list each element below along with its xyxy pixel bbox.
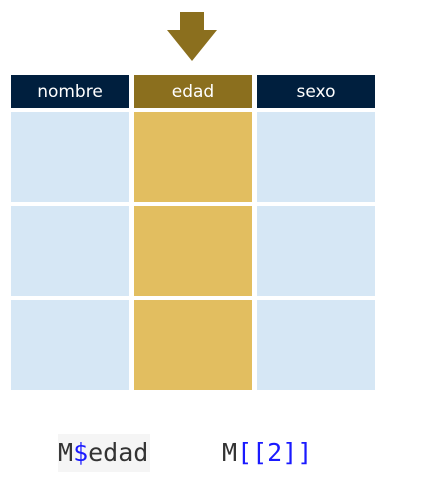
- bracket-access-code: M[[2]]: [222, 434, 312, 472]
- code-bracket-open: [[: [237, 438, 268, 467]
- cell-edad-row-3: [134, 300, 252, 390]
- cell-sexo-row-2: [257, 206, 375, 296]
- code-field-name: edad: [88, 438, 149, 467]
- column-header-edad: edad: [134, 75, 252, 108]
- column-header-sexo: sexo: [257, 75, 375, 108]
- code-index: 2: [267, 438, 283, 467]
- cell-sexo-row-1: [257, 112, 375, 202]
- cell-nombre-row-1: [11, 112, 129, 202]
- code-bracket-close: ]]: [282, 438, 313, 467]
- cell-nombre-row-2: [11, 206, 129, 296]
- cell-edad-row-2: [134, 206, 252, 296]
- cell-edad-row-1: [134, 112, 252, 202]
- cell-nombre-row-3: [11, 300, 129, 390]
- code-object-name: M: [222, 438, 238, 467]
- code-dollar-operator: $: [73, 438, 89, 467]
- dollar-access-code: M$edad: [58, 434, 151, 472]
- down-arrow-icon: [167, 12, 217, 61]
- code-object-name: M: [58, 438, 74, 467]
- column-header-nombre: nombre: [11, 75, 129, 108]
- cell-sexo-row-3: [257, 300, 375, 390]
